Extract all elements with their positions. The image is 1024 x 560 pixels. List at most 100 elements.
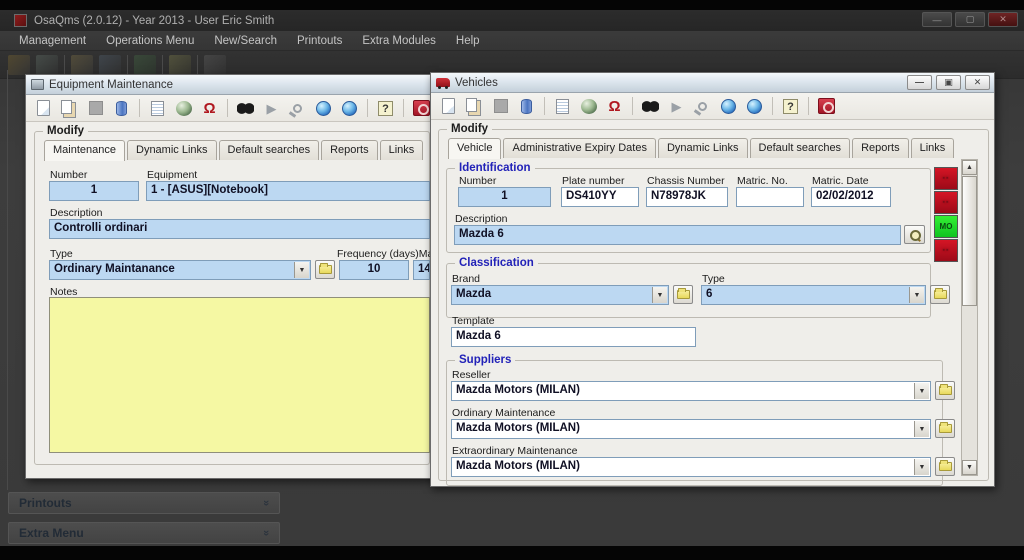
save-icon[interactable] [84,97,107,119]
reseller-folder-button[interactable] [935,381,955,400]
print-preview-icon[interactable] [146,97,169,119]
print-preview-icon[interactable] [551,95,574,117]
tab-links[interactable]: Links [910,138,955,158]
tab-vehicle[interactable]: Vehicle [448,138,502,159]
globe-next-icon[interactable] [338,97,361,119]
clipped-field[interactable]: 14 [413,260,430,280]
brand-dropdown[interactable]: Mazda ▼ [451,285,669,305]
type-dropdown[interactable]: Ordinary Maintanance ▼ [49,260,311,280]
dropdown-arrow-icon[interactable]: ▼ [914,383,929,399]
dropdown-arrow-icon[interactable]: ▼ [914,459,929,475]
menu-operations-menu[interactable]: Operations Menu [97,33,203,49]
omega-icon[interactable]: Ω [603,95,626,117]
tab-links[interactable]: Links [379,140,424,160]
description-field[interactable]: Mazda 6 [454,225,901,245]
globe-previous-glyph [316,100,331,116]
save-icon[interactable] [489,95,512,117]
ordinary-maintenance-dropdown[interactable]: Mazda Motors (MILAN) ▼ [451,419,931,439]
tab-maintenance[interactable]: Maintenance [44,140,125,161]
chassis-number-field[interactable]: N78978JK [646,187,728,207]
app-tool-6-icon[interactable] [169,54,191,75]
play-icon[interactable]: ▶ [260,97,283,119]
globe-next-icon[interactable] [743,95,766,117]
copy-icon[interactable] [58,97,81,119]
app-tool-1-icon[interactable] [8,54,30,75]
matric-no-field[interactable] [736,187,804,207]
matric-date-field[interactable]: 02/02/2012 [811,187,891,207]
binoculars-icon[interactable] [639,95,662,117]
dropdown-arrow-icon[interactable]: ▼ [909,287,924,303]
database-icon[interactable] [110,97,133,119]
description-field[interactable]: Controlli ordinari [49,219,430,239]
dropdown-arrow-icon[interactable]: ▼ [294,262,309,278]
tab-default-searches[interactable]: Default searches [218,140,320,160]
app-tool-3-icon[interactable] [71,54,93,75]
globe-previous-icon[interactable] [717,95,740,117]
toolbar-separator [632,97,633,115]
frequency-field[interactable]: 10 [339,260,409,280]
app-tool-7-icon[interactable] [204,54,226,75]
scroll-up-icon[interactable]: ▲ [962,160,977,175]
world-refresh-icon[interactable] [172,97,195,119]
reseller-dropdown[interactable]: Mazda Motors (MILAN) ▼ [451,381,931,401]
app-tool-4-icon[interactable] [99,54,121,75]
app-tool-2-icon[interactable] [36,54,58,75]
vehicle-type-dropdown[interactable]: 6 ▼ [701,285,926,305]
new-document-icon[interactable] [437,95,460,117]
binoculars-icon[interactable] [234,97,257,119]
database-icon[interactable] [515,95,538,117]
tab-dynamic-links[interactable]: Dynamic Links [657,138,748,158]
equipment-titlebar[interactable]: Equipment Maintenance [26,75,436,95]
extraordinary-maintenance-dropdown[interactable]: Mazda Motors (MILAN) ▼ [451,457,931,477]
vehicles-titlebar[interactable]: Vehicles — ▣ ✕ [431,73,994,93]
minimize-button[interactable]: — [922,12,952,27]
tab-default-searches[interactable]: Default searches [749,138,851,158]
brand-folder-button[interactable] [673,285,693,304]
equipment-field[interactable]: 1 - [ASUS][Notebook] [146,181,430,201]
magnifier-icon[interactable] [691,95,714,117]
notes-textarea[interactable] [49,297,430,453]
menu-extra-modules[interactable]: Extra Modules [353,33,445,49]
type-folder-button[interactable] [315,260,335,279]
tab-administrative-expiry-dates[interactable]: Administrative Expiry Dates [503,138,656,158]
copy-icon[interactable] [463,95,486,117]
help-icon[interactable]: ? [374,97,397,119]
magnifier-icon[interactable] [286,97,309,119]
close-button[interactable]: ✕ [965,75,990,90]
sidebar-panel-extra-menu[interactable]: Extra Menu » [8,522,280,544]
menu-management[interactable]: Management [10,33,95,49]
world-refresh-icon[interactable] [577,95,600,117]
new-document-icon[interactable] [32,97,55,119]
globe-next-glyph [342,100,357,116]
dropdown-arrow-icon[interactable]: ▼ [914,421,929,437]
number-field[interactable]: 1 [458,187,551,207]
maximize-button[interactable]: ▢ [955,12,985,27]
scrollbar-thumb[interactable] [962,176,977,306]
ordinary-maintenance-folder-button[interactable] [935,419,955,438]
vertical-scrollbar[interactable]: ▲ ▼ [961,159,978,476]
tab-reports[interactable]: Reports [852,138,909,158]
menu-printouts[interactable]: Printouts [288,33,351,49]
exit-icon[interactable] [815,95,838,117]
vehicle-type-folder-button[interactable] [930,285,950,304]
dropdown-arrow-icon[interactable]: ▼ [652,287,667,303]
minimize-button[interactable]: — [907,75,932,90]
tab-reports[interactable]: Reports [321,140,378,160]
plate-number-field[interactable]: DS410YY [561,187,639,207]
template-field[interactable]: Mazda 6 [451,327,696,347]
sidebar-panel-printouts[interactable]: Printouts » [8,492,280,514]
globe-previous-icon[interactable] [312,97,335,119]
maximize-button[interactable]: ▣ [936,75,961,90]
app-tool-5-icon[interactable] [134,54,156,75]
number-field[interactable]: 1 [49,181,139,201]
extraordinary-maintenance-folder-button[interactable] [935,457,955,476]
close-button[interactable]: ✕ [988,12,1018,27]
menu-help[interactable]: Help [447,33,489,49]
play-icon[interactable]: ▶ [665,95,688,117]
scroll-down-icon[interactable]: ▼ [962,460,977,475]
description-search-button[interactable] [904,225,925,244]
tab-dynamic-links[interactable]: Dynamic Links [127,140,217,160]
menu-new-search[interactable]: New/Search [205,33,286,49]
help-icon[interactable]: ? [779,95,802,117]
omega-icon[interactable]: Ω [198,97,221,119]
